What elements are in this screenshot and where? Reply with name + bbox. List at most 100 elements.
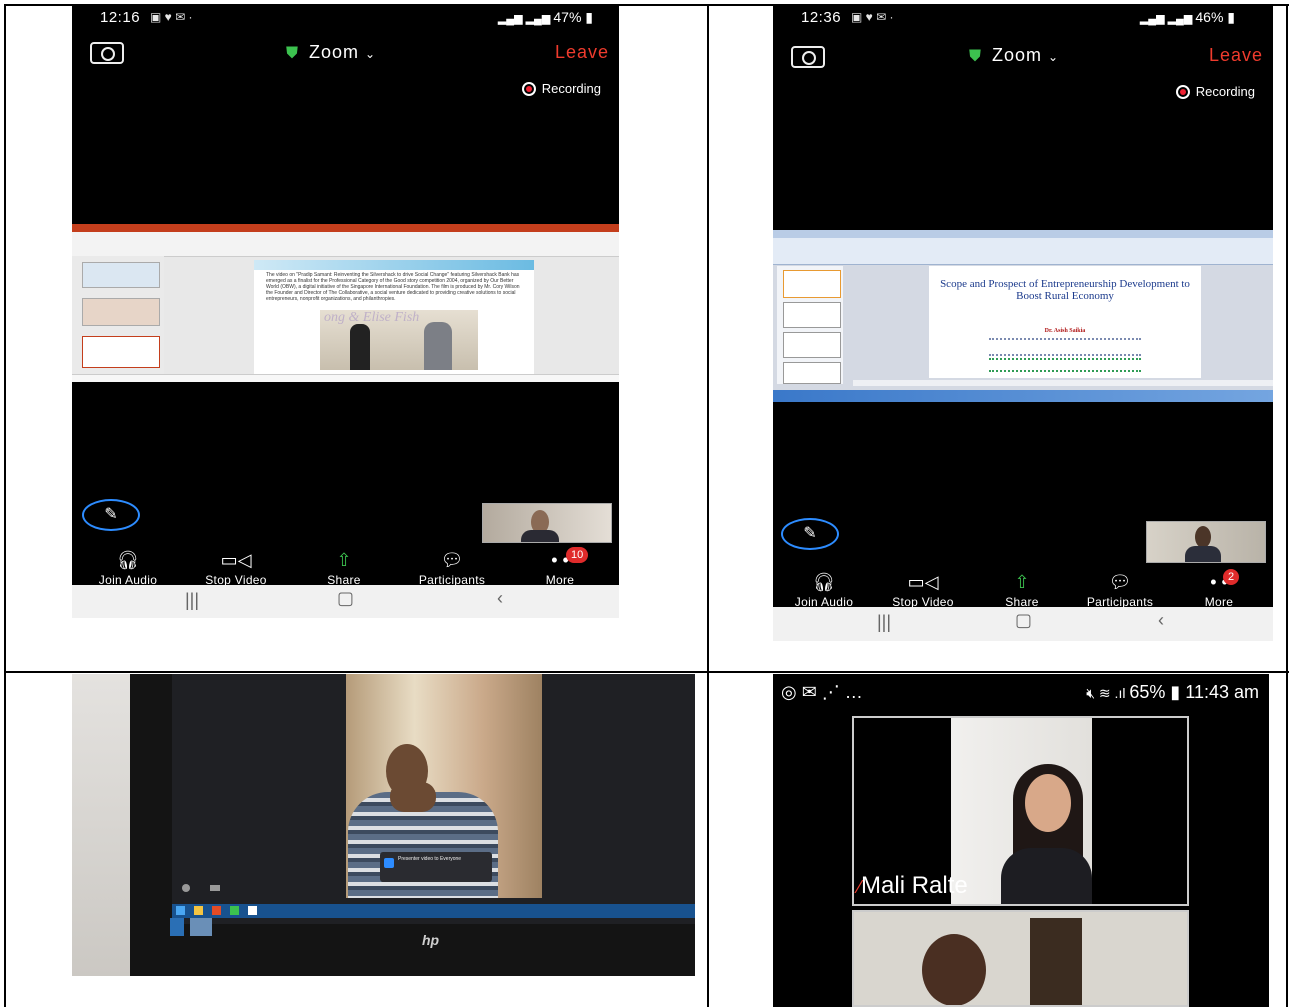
person-silhouette — [424, 322, 452, 370]
pencil-icon: ✎ — [104, 506, 118, 523]
status-right: 🔇︎ ≋ .ıl 65% ▮ 11:43 am — [1086, 682, 1259, 702]
current-slide: Scope and Prospect of Entrepreneurship D… — [929, 266, 1201, 378]
chat-bubble-icon: 💬︎ — [440, 550, 464, 570]
app-icon — [194, 906, 203, 915]
notification-icons: ▣ ♥ ✉ · — [851, 10, 894, 24]
battery-level: 65% — [1129, 682, 1166, 702]
slide-header-stripe — [254, 260, 534, 270]
meeting-toolbar: 🎧︎ Join Audio ▭◁ Stop Video ⇧ Share 💬︎ P… — [72, 547, 619, 587]
stop-video-button[interactable]: ▭◁ Stop Video — [873, 571, 973, 609]
pencil-icon: ✎ — [803, 525, 817, 542]
room-door — [1030, 918, 1082, 1005]
slide-thumbnail — [82, 262, 160, 288]
headphones-icon: 🎧︎ — [812, 572, 836, 592]
monitor-screen: Presenter video to Everyone — [172, 674, 695, 924]
video-camera-icon: ▭◁ — [220, 550, 252, 570]
windows-taskbar — [773, 390, 1273, 402]
recording-indicator: Recording — [521, 81, 601, 96]
ppt-thumbnail-pane — [777, 266, 843, 384]
more-badge: 10 — [566, 547, 589, 563]
recent-apps-icon[interactable]: ||| — [185, 590, 199, 611]
participant-tile[interactable]: ⁄Mali Ralte — [852, 716, 1189, 906]
switch-camera-icon[interactable] — [90, 42, 124, 64]
self-video-thumbnail[interactable] — [482, 503, 612, 543]
more-button[interactable]: • • More — [510, 549, 610, 587]
annotate-pen-button[interactable]: ✎ — [82, 499, 140, 531]
zoom-screenshot-1: 12:16 ▣ ♥ ✉ · ▂▄▆ ▂▄▆ 47% ▮ ⛊ Zoom ⌄ Leav… — [72, 6, 619, 618]
more-badge: 2 — [1223, 569, 1240, 585]
stop-video-button[interactable]: ▭◁ Stop Video — [186, 549, 286, 587]
slide-thumbnail — [783, 362, 841, 384]
meeting-header: ⛊ Zoom ⌄ Leave — [773, 44, 1273, 74]
app-icon — [248, 906, 257, 915]
video-camera-icon: ▭◁ — [907, 572, 939, 592]
zoom-controls — [172, 884, 695, 898]
app-icon — [212, 906, 221, 915]
zoom-screenshot-2: 12:36 ▣ ♥ ✉ · ▂▄▆ ▂▄▆ 46% ▮ ⛊ Zoom ⌄ Leav… — [773, 6, 1273, 641]
status-time: 11:43 am — [1185, 682, 1259, 702]
self-video-thumbnail[interactable] — [1146, 521, 1266, 563]
share-upload-icon: ⇧ — [336, 550, 352, 570]
grid-border-middle — [707, 4, 709, 1007]
android-nav-bar: ||| ▢ ‹ — [72, 585, 619, 618]
slide-title: Scope and Prospect of Entrepreneurship D… — [940, 278, 1190, 302]
meeting-title[interactable]: ⛊ Zoom ⌄ — [286, 42, 376, 63]
recent-apps-icon[interactable]: ||| — [877, 612, 891, 633]
share-button[interactable]: ⇧ Share — [294, 549, 394, 587]
back-icon[interactable]: ‹ — [1158, 610, 1164, 631]
record-icon — [521, 82, 536, 96]
participant-name-tag: ⁄Mali Ralte — [858, 872, 968, 899]
status-bar: ◎ ✉ ⋰ … 🔇︎ ≋ .ıl 65% ▮ 11:43 am — [773, 682, 1269, 706]
home-icon[interactable]: ▢ — [337, 588, 354, 609]
chevron-down-icon: ⌄ — [365, 47, 377, 61]
switch-camera-icon[interactable] — [791, 46, 825, 68]
meeting-title[interactable]: ⛊ Zoom ⌄ — [969, 45, 1059, 66]
recording-indicator: Recording — [1175, 84, 1255, 99]
more-button[interactable]: • • More — [1169, 571, 1269, 609]
ppt-thumbnail-pane — [72, 256, 164, 374]
share-button[interactable]: ⇧ Share — [972, 571, 1072, 609]
battery-level: ▂▄▆ ▂▄▆ 46% ▮ — [1139, 9, 1235, 25]
intel-sticker — [170, 918, 184, 936]
join-audio-button[interactable]: 🎧︎ Join Audio — [774, 571, 874, 609]
presenter-video: Presenter video to Everyone — [346, 674, 542, 898]
monitor-brand-logo: hp — [422, 932, 440, 948]
participant-video — [951, 718, 1092, 904]
person-silhouette — [350, 324, 370, 370]
status-bar: 12:16 ▣ ♥ ✉ · ▂▄▆ ▂▄▆ 47% ▮ — [72, 9, 619, 29]
status-time: 12:16 — [100, 9, 141, 26]
current-slide: The video on "Pradip Samant: Reinventing… — [254, 260, 534, 374]
participant-face — [1195, 526, 1211, 548]
monitor-photo: Presenter video to Everyone hp — [72, 674, 695, 976]
participants-button[interactable]: 💬︎ Participants — [402, 549, 502, 587]
ppt-notes-bar — [853, 380, 1273, 386]
slide-body-text: The video on "Pradip Samant: Reinventing… — [266, 272, 520, 302]
annotate-pen-button[interactable]: ✎ — [781, 518, 839, 550]
participant-face — [922, 934, 986, 1005]
start-icon — [176, 906, 185, 915]
slide-thumbnail — [783, 302, 841, 328]
stop-video-icon — [210, 885, 220, 891]
chevron-down-icon: ⌄ — [1048, 50, 1060, 64]
shared-screen: Scope and Prospect of Entrepreneurship D… — [773, 230, 1273, 402]
leave-button[interactable]: Leave — [1209, 45, 1263, 66]
slide-thumbnail — [783, 332, 841, 358]
back-icon[interactable]: ‹ — [497, 588, 503, 609]
meeting-toolbar: 🎧︎ Join Audio ▭◁ Stop Video ⇧ Share 💬︎ P… — [773, 569, 1273, 609]
zoom-logo-icon — [384, 858, 394, 868]
zoom-screenshot-4: ◎ ✉ ⋰ … 🔇︎ ≋ .ıl 65% ▮ 11:43 am ⁄Mali Ra… — [773, 674, 1269, 1007]
ppt-ribbon — [773, 238, 1273, 265]
ppt-ribbon — [72, 232, 619, 257]
participant-body — [521, 530, 559, 542]
participant-tile-2[interactable] — [852, 910, 1189, 1007]
participants-button[interactable]: 💬︎ Participants — [1070, 571, 1170, 609]
leave-button[interactable]: Leave — [555, 42, 609, 63]
notification-text: Presenter video to Everyone — [398, 856, 462, 862]
home-icon[interactable]: ▢ — [1015, 610, 1032, 631]
energy-sticker — [190, 918, 212, 936]
grid-border-row — [4, 671, 1289, 673]
join-audio-button[interactable]: 🎧︎ Join Audio — [78, 549, 178, 587]
record-icon — [1175, 85, 1190, 99]
participant-body — [1185, 546, 1221, 562]
grid-border-left — [4, 4, 6, 1007]
